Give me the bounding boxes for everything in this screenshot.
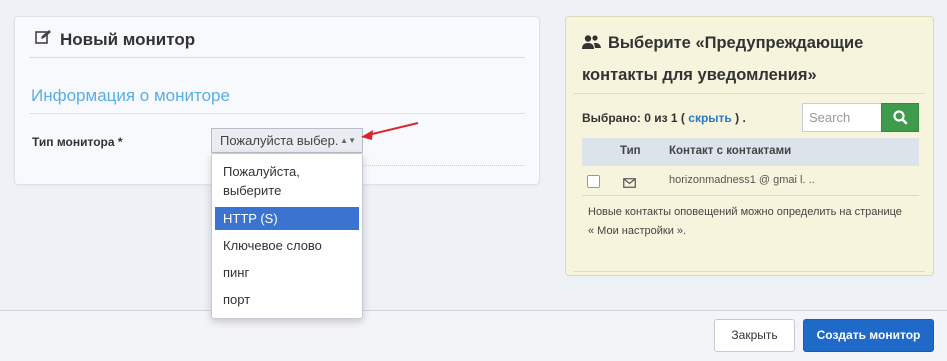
modal-footer: Закрыть Создать монитор — [0, 310, 947, 361]
panel-header: Новый монитор — [35, 29, 195, 50]
selected-count: Выбрано: 0 из 1 ( скрыть ) . — [582, 111, 746, 125]
contact-checkbox[interactable] — [587, 175, 600, 188]
divider — [29, 113, 525, 114]
divider — [574, 271, 925, 272]
selected-count-suffix: ) . — [735, 111, 746, 125]
panel-title-text: Выберите «Предупреждающие контакты для у… — [582, 34, 864, 84]
hide-link[interactable]: скрыть — [688, 111, 732, 125]
search-icon — [882, 110, 918, 135]
close-button[interactable]: Закрыть — [714, 319, 795, 352]
section-title: Информация о мониторе — [31, 86, 230, 105]
column-header-contact: Контакт с контактами — [669, 145, 792, 157]
alert-contacts-panel: Выберите «Предупреждающие контакты для у… — [565, 16, 934, 276]
contact-value: horizonmadness1 @ gmai l. .. — [669, 174, 815, 186]
selected-count-text: Выбрано: 0 из 1 ( — [582, 111, 685, 125]
contacts-table-header: Тип Контакт с контактами — [582, 138, 919, 166]
option-please-select[interactable]: Пожалуйста, выберите — [215, 162, 359, 200]
search-placeholder: Search — [809, 110, 851, 125]
option-label: пинг — [223, 265, 250, 280]
panel-title: Выберите «Предупреждающие контакты для у… — [582, 28, 922, 90]
envelope-icon — [623, 175, 636, 193]
option-keyword[interactable]: Ключевое слово — [215, 236, 359, 255]
search-button[interactable] — [881, 103, 919, 132]
column-header-type: Тип — [620, 145, 641, 157]
option-label: Ключевое слово — [223, 238, 322, 253]
monitor-type-label: Тип монитора * — [32, 135, 123, 149]
users-icon — [582, 30, 602, 60]
edit-icon — [35, 29, 53, 50]
divider — [574, 93, 925, 94]
create-monitor-button[interactable]: Создать монитор — [803, 319, 934, 352]
option-label: HTTP (S) — [223, 211, 278, 226]
option-port[interactable]: порт — [215, 290, 359, 309]
annotation-arrow-icon — [361, 122, 419, 140]
table-row: horizonmadness1 @ gmai l. .. — [582, 166, 919, 196]
option-http[interactable]: HTTP (S) — [215, 207, 359, 230]
contacts-note: Новые контакты оповещений можно определи… — [588, 206, 902, 237]
divider — [29, 57, 525, 58]
monitor-type-value: Пожалуйста выбер. — [220, 133, 339, 148]
search-input[interactable]: Search — [802, 103, 882, 132]
monitor-type-dropdown: Пожалуйста, выберите HTTP (S) Ключевое с… — [211, 153, 363, 319]
option-ping[interactable]: пинг — [215, 263, 359, 282]
option-label: Пожалуйста, выберите — [223, 164, 300, 198]
option-label: порт — [223, 292, 251, 307]
panel-title: Новый монитор — [60, 29, 196, 49]
sort-arrows-icon: ▲▼ — [340, 136, 356, 145]
monitor-type-select[interactable]: Пожалуйста выбер. ▲▼ — [211, 128, 363, 153]
